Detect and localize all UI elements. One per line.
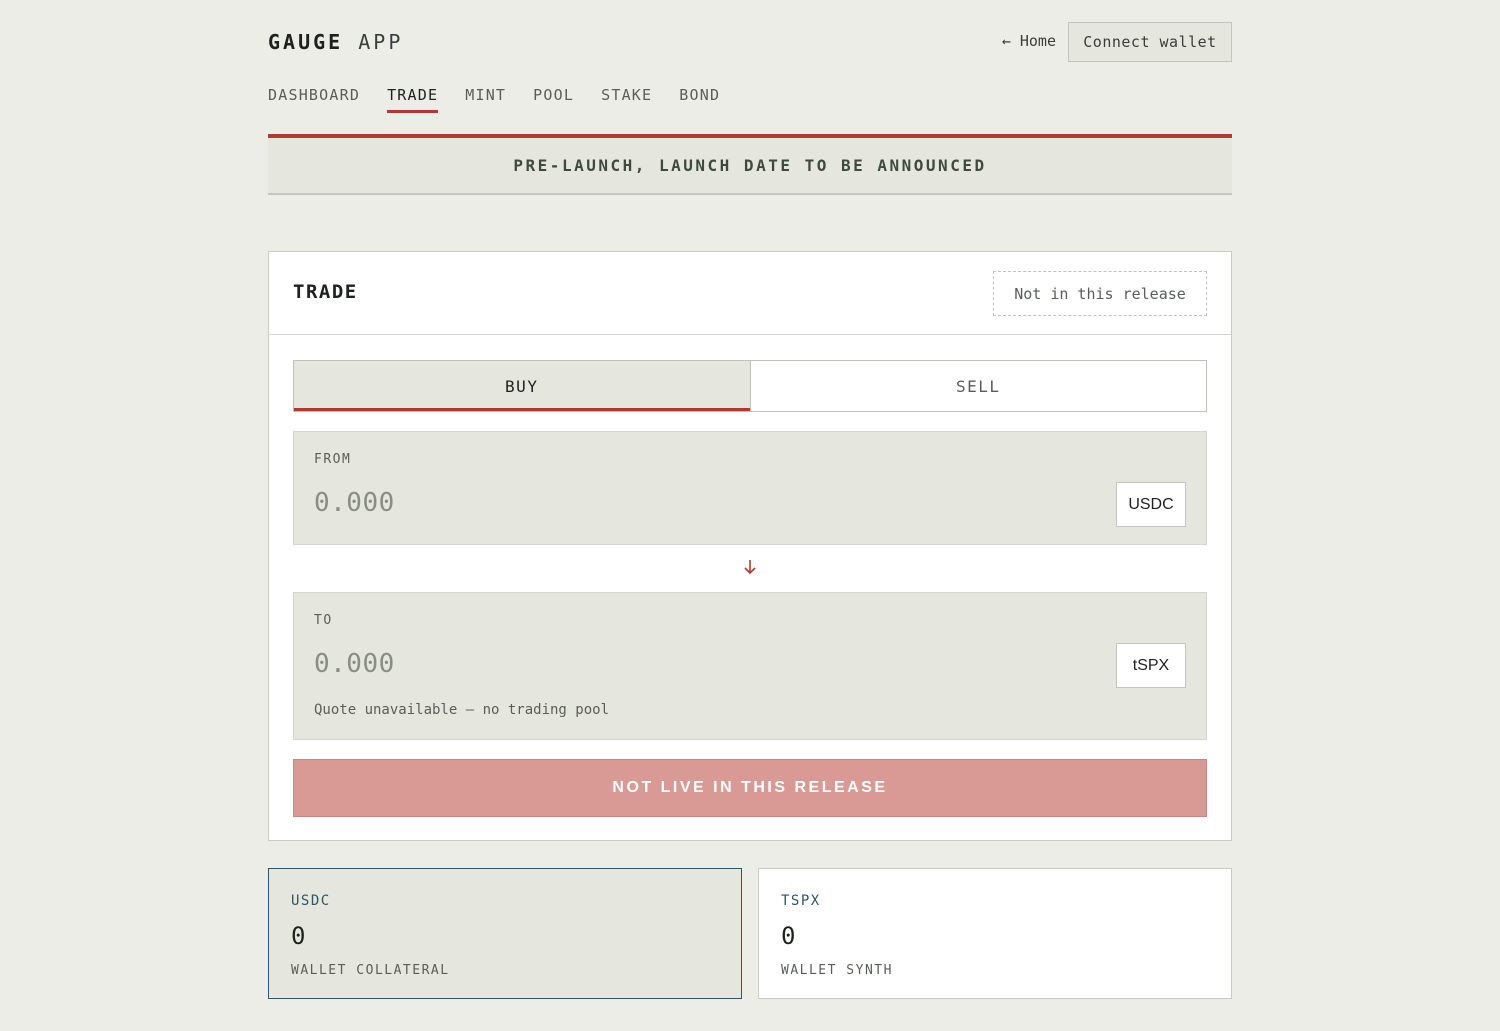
stat-token: USDC [291,893,331,909]
trade-card: TRADE Not in this release BUY SELL FROM … [268,251,1232,841]
connect-wallet-button[interactable]: Connect wallet [1068,22,1232,62]
quote-note: Quote unavailable — no trading pool [314,702,610,718]
trade-title: TRADE [293,281,358,303]
trade-card-header: TRADE Not in this release [269,252,1231,335]
brand-suffix: APP [358,30,404,54]
trade-submit-button[interactable]: NOT LIVE IN THIS RELEASE [293,759,1207,817]
to-token-select[interactable]: tSPX [1116,643,1186,688]
wallet-synth-card[interactable]: TSPX 0 WALLET SYNTH [758,868,1232,999]
wallet-collateral-card[interactable]: USDC 0 WALLET COLLATERAL [268,868,742,999]
to-field: TO 0.000 tSPX Quote unavailable — no tra… [293,592,1207,740]
nav-item-pool[interactable]: POOL [533,86,574,113]
stat-caption: WALLET SYNTH [781,963,893,978]
brand-name: GAUGE [268,30,344,54]
from-amount-input[interactable]: 0.000 [314,488,395,518]
nav-item-stake[interactable]: STAKE [601,86,652,113]
nav-item-mint[interactable]: MINT [465,86,506,113]
buy-sell-tabs: BUY SELL [293,360,1207,412]
arrow-down-icon [744,560,756,575]
brand-logo[interactable]: GAUGE APP [268,30,403,54]
tab-buy[interactable]: BUY [294,361,750,411]
prelaunch-banner: PRE-LAUNCH, LAUNCH DATE TO BE ANNOUNCED [268,134,1232,195]
from-token-select[interactable]: USDC [1116,482,1186,527]
nav-item-bond[interactable]: BOND [679,86,720,113]
to-amount-input[interactable]: 0.000 [314,649,395,679]
from-field: FROM 0.000 USDC [293,431,1207,545]
from-label: FROM [314,452,352,467]
nav-item-dashboard[interactable]: DASHBOARD [268,86,360,113]
stat-caption: WALLET COLLATERAL [291,963,450,978]
nav-item-trade[interactable]: TRADE [387,86,439,113]
to-label: TO [314,613,333,628]
top-header: GAUGE APP ← Home Connect wallet [268,22,1232,62]
main-nav: DASHBOARD TRADE MINT POOL STAKE BOND [268,86,747,116]
home-link[interactable]: ← Home [1002,32,1056,50]
tab-sell[interactable]: SELL [749,361,1206,411]
stat-value: 0 [291,922,306,950]
stat-token: TSPX [781,893,821,909]
release-status-badge: Not in this release [993,271,1207,316]
stat-value: 0 [781,922,796,950]
